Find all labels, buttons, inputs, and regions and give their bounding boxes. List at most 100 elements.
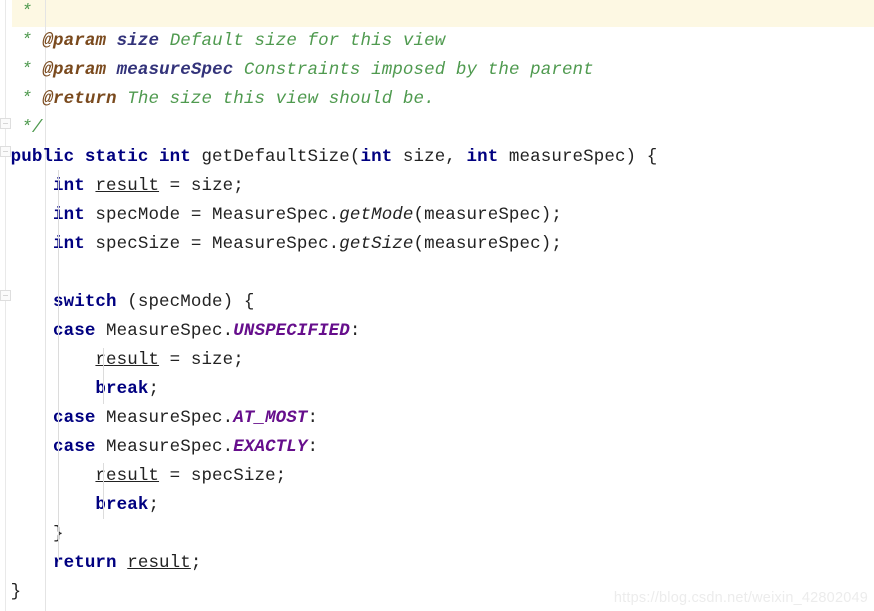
code-token-plain: (specMode) { xyxy=(116,292,255,312)
code-token-cmt-tag: @param xyxy=(42,31,107,51)
code-token-pad xyxy=(0,437,53,457)
code-editor[interactable]: * * @param size Default size for this vi… xyxy=(0,0,874,611)
code-token-pad xyxy=(0,60,21,80)
indent-guide-case-1 xyxy=(103,348,104,404)
code-token-plain: = size; xyxy=(159,350,244,370)
code-token-const: AT_MOST xyxy=(233,408,308,428)
code-token-cmt: * xyxy=(21,60,43,80)
code-line[interactable]: } xyxy=(0,520,874,549)
code-token-plain: measureSpec) { xyxy=(498,147,658,167)
code-token-pad xyxy=(0,89,21,109)
code-line[interactable]: return result; xyxy=(0,549,874,578)
code-token-plain: ; xyxy=(190,553,202,573)
code-line[interactable]: result = size; xyxy=(0,346,874,375)
code-token-pad xyxy=(0,495,95,515)
code-token-cmt: * xyxy=(21,2,32,22)
code-token-plain: ; xyxy=(148,379,160,399)
code-token-plain: specMode = MeasureSpec. xyxy=(84,205,340,225)
code-token-cmt-par: size xyxy=(116,31,160,51)
code-token-plain: MeasureSpec. xyxy=(95,321,234,341)
code-token-plain: : xyxy=(349,321,361,341)
code-token-stat: getMode xyxy=(339,205,414,225)
watermark-url: https://blog.csdn.net/weixin_42802049 xyxy=(613,590,868,606)
code-token-cmt: Constraints imposed by the parent xyxy=(233,60,594,80)
code-token-pad xyxy=(0,466,95,486)
code-token-localv: result xyxy=(95,176,160,196)
code-token-plain: = specSize; xyxy=(159,466,287,486)
code-token-kw: case xyxy=(53,408,96,428)
code-token-plain: (measureSpec); xyxy=(413,234,562,254)
code-line[interactable]: result = specSize; xyxy=(0,462,874,491)
code-token-kw: return xyxy=(53,553,117,573)
code-line[interactable]: int result = size; xyxy=(0,172,874,201)
code-token-cmt xyxy=(106,60,117,80)
code-token-pad xyxy=(0,31,21,51)
code-token-kw: public static int xyxy=(10,147,191,167)
code-line[interactable]: * @param measureSpec Constraints imposed… xyxy=(0,56,874,85)
code-token-cmt: */ xyxy=(21,118,43,138)
indent-guide-body xyxy=(58,170,59,562)
code-line[interactable]: case MeasureSpec.EXACTLY: xyxy=(0,433,874,462)
code-token-const: EXACTLY xyxy=(233,437,308,457)
code-token-plain: : xyxy=(307,408,319,428)
code-token-cmt-par: measureSpec xyxy=(116,60,234,80)
code-token-plain: MeasureSpec. xyxy=(95,437,234,457)
code-line[interactable]: break; xyxy=(0,491,874,520)
code-token-pad xyxy=(0,234,53,254)
code-token-plain: (measureSpec); xyxy=(413,205,562,225)
code-token-cmt-tag: @return xyxy=(42,89,117,109)
code-line[interactable]: case MeasureSpec.UNSPECIFIED: xyxy=(0,317,874,346)
code-token-cmt: * xyxy=(21,31,43,51)
code-token-cmt: Default size for this view xyxy=(159,31,446,51)
code-token-plain: : xyxy=(307,437,319,457)
code-token-plain: = size; xyxy=(159,176,244,196)
code-token-kw: case xyxy=(53,437,96,457)
indent-guide-case-2 xyxy=(103,463,104,519)
code-text-area[interactable]: * * @param size Default size for this vi… xyxy=(0,0,874,611)
code-token-pad xyxy=(0,118,21,138)
code-token-localv: result xyxy=(95,350,160,370)
code-token-plain: getDefaultSize( xyxy=(190,147,361,167)
code-line[interactable]: switch (specMode) { xyxy=(0,288,874,317)
code-token-pad xyxy=(0,176,53,196)
code-line[interactable]: int specSize = MeasureSpec.getSize(measu… xyxy=(0,230,874,259)
code-line[interactable]: break; xyxy=(0,375,874,404)
code-token-stat: getSize xyxy=(339,234,414,254)
code-line[interactable]: public static int getDefaultSize(int siz… xyxy=(0,143,874,172)
code-token-pad xyxy=(0,553,53,573)
code-token-plain: size, xyxy=(392,147,467,167)
code-token-localv: result xyxy=(127,553,191,573)
code-token-plain: specSize = MeasureSpec. xyxy=(84,234,340,254)
code-token-kw: case xyxy=(53,321,96,341)
code-token-localv: result xyxy=(95,466,160,486)
code-token-kw: int xyxy=(360,147,393,167)
code-token-pad xyxy=(0,2,21,22)
code-line[interactable]: */ xyxy=(0,114,874,143)
code-token-cmt xyxy=(106,31,117,51)
code-line[interactable] xyxy=(0,259,874,288)
code-token-const: UNSPECIFIED xyxy=(233,321,350,341)
code-line[interactable]: case MeasureSpec.AT_MOST: xyxy=(0,404,874,433)
code-token-plain: ; xyxy=(148,495,160,515)
code-token-kw: int xyxy=(466,147,499,167)
code-line[interactable]: * xyxy=(0,0,874,27)
code-token-pad xyxy=(0,321,53,341)
code-token-pad xyxy=(0,524,53,544)
code-line[interactable]: * @param size Default size for this view xyxy=(0,27,874,56)
code-line[interactable]: int specMode = MeasureSpec.getMode(measu… xyxy=(0,201,874,230)
code-token-pad xyxy=(0,147,11,167)
code-token-pad xyxy=(0,205,53,225)
code-token-cmt: * xyxy=(21,89,43,109)
code-token-kw: switch xyxy=(53,292,117,312)
code-token-pad xyxy=(0,408,53,428)
code-token-pad xyxy=(0,379,95,399)
code-token-pad xyxy=(0,350,95,370)
code-token-cmt: The size this view should be. xyxy=(116,89,435,109)
code-token-cmt-tag: @param xyxy=(42,60,107,80)
code-line[interactable]: * @return The size this view should be. xyxy=(0,85,874,114)
code-token-plain: MeasureSpec. xyxy=(95,408,234,428)
code-token-plain: } xyxy=(10,582,22,602)
code-token-pad xyxy=(0,582,11,602)
